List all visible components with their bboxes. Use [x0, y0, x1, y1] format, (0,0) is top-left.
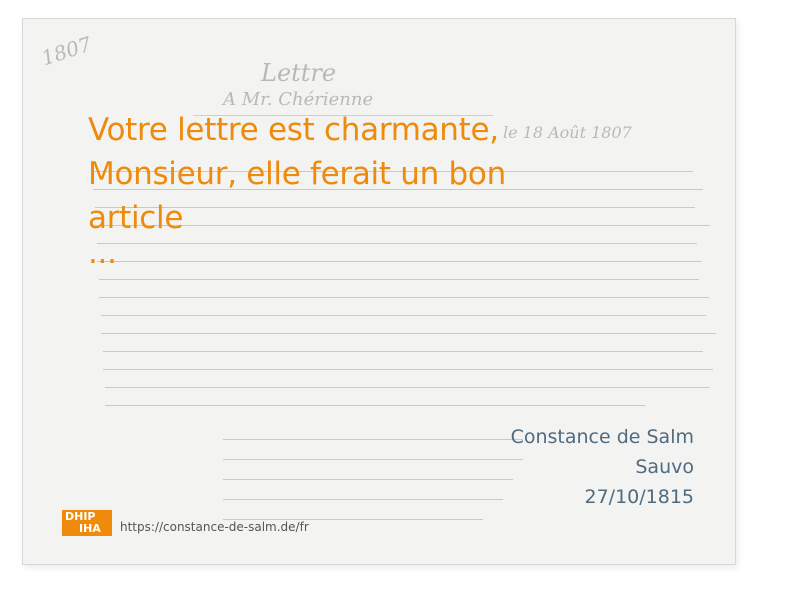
quote-text: Votre lettre est charmante, Monsieur, el…: [88, 108, 608, 271]
letter-heading-title: Lettre: [261, 59, 337, 87]
letter-meta: Constance de Salm Sauvo 27/10/1815: [511, 422, 694, 512]
place-name: Sauvo: [635, 456, 694, 478]
source-url-link[interactable]: https://constance-de-salm.de/fr: [120, 520, 309, 534]
author-name: Constance de Salm: [510, 426, 694, 448]
dhip-iha-logo: DHIP IHA: [62, 510, 112, 536]
quote-line-2: Monsieur, elle ferait un bon article: [88, 156, 506, 236]
quote-line-3: ...: [88, 235, 117, 271]
letter-date: 27/10/1815: [584, 486, 694, 508]
letter-heading-recipient: A Mr. Chérienne: [223, 89, 374, 110]
quote-line-1: Votre lettre est charmante,: [88, 112, 499, 148]
year-mark: 1807: [38, 31, 95, 71]
